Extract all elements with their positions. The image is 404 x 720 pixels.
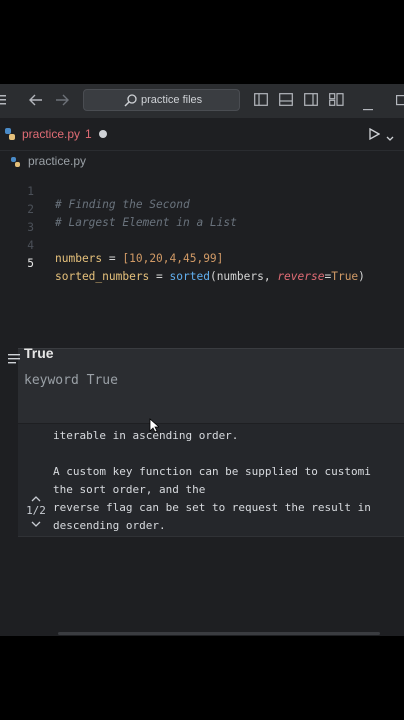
- minimize-icon[interactable]: [363, 99, 373, 113]
- hover-symbol-name: True: [24, 345, 54, 361]
- code-line-current: 5 sorted_numbers = sorted(numbers, rever…: [0, 244, 404, 283]
- operator-token: =: [149, 270, 170, 283]
- sidebar-right-icon[interactable]: [304, 93, 318, 108]
- signature-page-indicator: 1/2: [26, 504, 46, 517]
- doc-line: the sort order, and the: [53, 483, 206, 496]
- problem-count-badge: 1: [85, 127, 92, 141]
- python-file-icon: [4, 128, 16, 142]
- doc-line: A custom key function can be supplied to…: [53, 465, 371, 478]
- doc-line: descending order.: [53, 519, 166, 532]
- tab-practice-py[interactable]: practice.py 1: [0, 118, 118, 150]
- tab-bar: practice.py 1: [0, 118, 404, 151]
- line-number: 5: [27, 257, 34, 270]
- chevron-down-icon[interactable]: [22, 518, 50, 528]
- function-token: sorted: [169, 270, 210, 283]
- tab-label: practice.py: [22, 127, 81, 141]
- forward-arrow-icon[interactable]: [55, 94, 69, 108]
- search-icon: [124, 94, 137, 109]
- code-line: 3: [0, 208, 404, 234]
- keyword-symbol-icon: [8, 352, 21, 367]
- menu-icon[interactable]: [0, 94, 6, 108]
- unsaved-dot-icon[interactable]: [99, 130, 107, 138]
- horizontal-scrollbar[interactable]: [58, 632, 380, 635]
- chevron-down-icon[interactable]: [386, 130, 394, 144]
- variable-token: sorted_numbers: [55, 270, 150, 283]
- breadcrumb-file[interactable]: practice.py: [28, 154, 86, 168]
- keyword-arg-token: reverse: [277, 270, 325, 283]
- signature-pager: 1/2: [22, 492, 50, 528]
- editor-window: practice files practice.py 1 practice.py…: [0, 84, 404, 636]
- panel-bottom-icon[interactable]: [279, 93, 293, 108]
- breadcrumb: practice.py: [0, 151, 404, 171]
- true-token: True: [331, 270, 359, 283]
- code-line: 4 numbers = [10,20,4,45,99]: [0, 226, 404, 265]
- paren-token: ): [358, 270, 365, 283]
- layout-icon[interactable]: [329, 93, 344, 108]
- maximize-icon[interactable]: [396, 94, 404, 108]
- chevron-up-icon[interactable]: [22, 492, 50, 502]
- title-bar: practice files: [0, 84, 404, 118]
- code-text: sorted_numbers = sorted(numbers, reverse…: [55, 270, 365, 283]
- code-line: 2 # Largest Element in a List: [0, 190, 404, 229]
- paren-token: (: [209, 270, 217, 283]
- signature-help-popup: 1/2 iterable in ascending order. A custo…: [18, 424, 404, 537]
- search-box[interactable]: practice files: [83, 89, 240, 111]
- hover-symbol-popup: True keyword True: [8, 345, 404, 423]
- python-file-icon: [10, 156, 21, 170]
- play-icon[interactable]: [369, 127, 381, 142]
- argument-token: numbers,: [216, 270, 278, 283]
- doc-line: reverse flag can be set to request the r…: [53, 501, 371, 514]
- doc-line: iterable in ascending order.: [53, 429, 239, 442]
- mouse-pointer-icon: [149, 418, 161, 438]
- code-line: 1 # Finding the Second: [0, 172, 404, 211]
- search-label: practice files: [141, 94, 203, 106]
- sidebar-left-icon[interactable]: [254, 93, 268, 108]
- back-arrow-icon[interactable]: [29, 94, 43, 108]
- hover-signature: keyword True: [24, 373, 118, 388]
